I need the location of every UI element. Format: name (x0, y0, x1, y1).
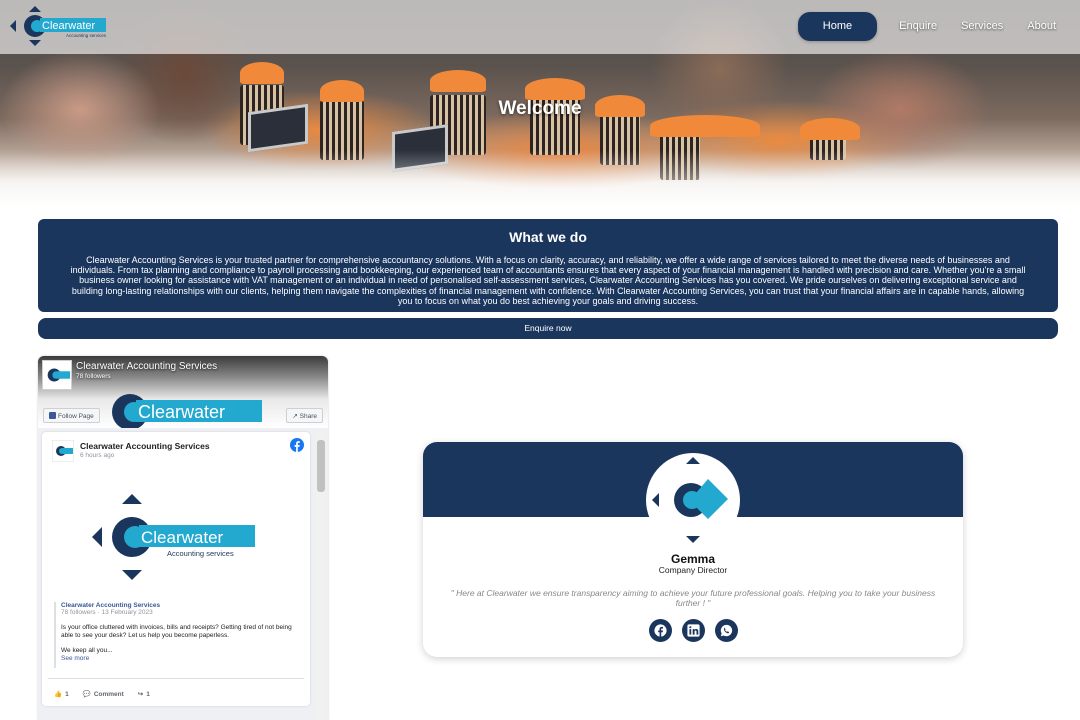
nav-home[interactable]: Home (797, 12, 878, 41)
facebook-small-icon (49, 412, 56, 419)
tissue-decoration (430, 70, 486, 92)
profile-logo (652, 457, 728, 543)
nav-enquire[interactable]: Enquire (887, 12, 949, 41)
cover-logo: Clearwater (112, 394, 262, 428)
follow-page-button[interactable]: Follow Page (43, 408, 100, 423)
facebook-page-widget: Clearwater Clearwater Accounting Service… (38, 356, 328, 720)
hero-title: Welcome (498, 98, 582, 119)
share-action[interactable]: ↪ 1 (137, 690, 150, 699)
tissue-decoration (800, 118, 860, 140)
page-followers: 78 followers (76, 373, 111, 380)
shared-post-text: Is your office cluttered with invoices, … (61, 624, 292, 640)
thumbs-up-icon: 👍 (54, 691, 63, 698)
hero-banner: Clearwater Accounting services Home Enqu… (0, 0, 1080, 215)
shared-post-author[interactable]: Clearwater Accounting Services (61, 602, 304, 609)
what-we-do-title: What we do (509, 229, 587, 245)
see-more-link[interactable]: See more (61, 655, 304, 662)
whatsapp-link[interactable] (714, 619, 738, 642)
share-icon: ↗ (292, 413, 298, 420)
facebook-link[interactable] (648, 619, 672, 642)
post-divider (48, 678, 304, 679)
share-page-button[interactable]: ↗ Share (286, 408, 323, 423)
shared-post-excerpt: We keep all you... (61, 646, 113, 654)
nav-services[interactable]: Services (949, 12, 1015, 41)
logo-tagline: Accounting services (66, 33, 107, 38)
comment-label: Comment (93, 690, 124, 698)
post-author-avatar[interactable] (52, 440, 74, 462)
tissue-decoration (525, 78, 585, 100)
hero-fade (0, 150, 1080, 215)
follow-page-label: Follow Page (58, 413, 94, 420)
share-page-label: Share (299, 413, 317, 420)
feed-scrollbar-thumb[interactable] (317, 440, 325, 492)
profile-avatar (646, 453, 740, 547)
shared-post-meta: 78 followers · 13 February 2023 (61, 609, 153, 616)
post-actions: 👍 1 💬 Comment ↪ 1 (54, 690, 150, 699)
whatsapp-icon (720, 624, 732, 637)
share-count: 1 (146, 690, 150, 698)
enquire-now-button[interactable]: Enquire now (38, 318, 1058, 339)
share-arrow-icon: ↪ (137, 691, 144, 698)
post-image-tagline: Accounting services (167, 549, 234, 558)
facebook-icon (653, 624, 667, 637)
facebook-post: Clearwater Accounting Services 6 hours a… (42, 432, 310, 706)
page-avatar[interactable] (42, 360, 72, 390)
facebook-icon[interactable] (290, 438, 304, 452)
logo-wordmark: Clearwater (42, 20, 96, 32)
cover-wordmark: Clearwater (138, 402, 225, 422)
linkedin-link[interactable] (681, 619, 705, 642)
profile-role: Company Director (658, 565, 728, 575)
comment-action[interactable]: 💬 Comment (82, 690, 124, 699)
profile-quote: " Here at Clearwater we ensure transpare… (450, 588, 936, 608)
linkedin-icon (686, 624, 700, 637)
post-time[interactable]: 6 hours ago (80, 452, 114, 459)
nav-about[interactable]: About (1015, 12, 1068, 41)
profile-social-links (423, 619, 963, 642)
comment-icon: 💬 (82, 691, 91, 698)
profile-name: Gemma (670, 552, 716, 566)
like-count: 1 (65, 690, 69, 698)
facebook-cover: Clearwater Clearwater Accounting Service… (38, 356, 328, 428)
what-we-do-text: Clearwater Accounting Services is your t… (70, 255, 1026, 306)
post-image-logo[interactable]: Clearwater Accounting services (87, 492, 257, 582)
team-profile-card: Gemma Company Director " Here at Clearwa… (423, 442, 963, 657)
shared-post: Clearwater Accounting Services 78 follow… (54, 602, 304, 668)
tissue-decoration (240, 62, 284, 84)
post-author[interactable]: Clearwater Accounting Services (80, 441, 210, 451)
main-nav: Home Enquire Services About (797, 12, 1068, 41)
like-action[interactable]: 👍 1 (54, 690, 69, 699)
page-avatar-logo (47, 368, 71, 382)
clearwater-logo[interactable]: Clearwater Accounting services (8, 4, 108, 48)
what-we-do-section: What we do Clearwater Accounting Service… (38, 219, 1058, 312)
page-name[interactable]: Clearwater Accounting Services (76, 361, 217, 372)
post-image-wordmark: Clearwater (141, 528, 224, 547)
